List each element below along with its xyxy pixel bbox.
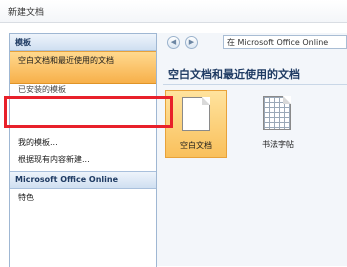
window-title: 新建文档 [8, 8, 45, 18]
category-my-templates[interactable]: 我的模板... [10, 137, 156, 151]
address-text: 在 Microsoft Office Online [227, 38, 329, 47]
address-box[interactable]: 在 Microsoft Office Online [223, 35, 347, 49]
template-gallery-pane: ◀ ▶ 在 Microsoft Office Online 空白文档和最近使用的… [157, 33, 347, 266]
category-label: 根据现有内容新建... [18, 155, 90, 164]
templates-header-label: 模板 [15, 38, 31, 47]
tile-label: 空白文档 [180, 141, 212, 150]
category-label: 已安装的模板 [18, 85, 66, 94]
tile-label: 书法字帖 [262, 140, 294, 149]
category-installed-templates[interactable]: 已安装的模板 [10, 84, 156, 98]
office-online-section-label: Microsoft Office Online [15, 175, 119, 184]
template-tile-calligraphy[interactable]: 书法字帖 [247, 90, 309, 158]
category-label: 我的模板... [18, 138, 58, 147]
gallery-title: 空白文档和最近使用的文档 [168, 68, 300, 81]
category-label: 特色 [18, 193, 34, 202]
category-blank-and-recent[interactable]: 空白文档和最近使用的文档 [10, 51, 156, 84]
forward-arrow-icon: ▶ [188, 38, 195, 46]
title-divider [163, 84, 347, 85]
category-label: 空白文档和最近使用的文档 [18, 56, 114, 65]
blank-document-icon [182, 97, 210, 131]
forward-button[interactable]: ▶ [185, 36, 198, 49]
back-arrow-icon: ◀ [170, 38, 177, 46]
templates-header: 模板 [10, 34, 156, 51]
calligraphy-grid-icon [263, 96, 291, 130]
back-button[interactable]: ◀ [167, 36, 180, 49]
navigation-bar: ◀ ▶ 在 Microsoft Office Online [157, 35, 347, 51]
template-category-pane: 模板 空白文档和最近使用的文档 已安装的模板 我的模板... 根据现有内容新建.… [9, 33, 157, 267]
page-fold [202, 97, 210, 105]
category-featured[interactable]: 特色 [10, 192, 156, 206]
template-tile-blank-document[interactable]: 空白文档 [165, 90, 227, 158]
page-fold [283, 96, 291, 104]
title-bar: 新建文档 [0, 0, 347, 23]
category-new-from-existing[interactable]: 根据现有内容新建... [10, 155, 156, 167]
office-online-section-header: Microsoft Office Online [10, 171, 156, 189]
